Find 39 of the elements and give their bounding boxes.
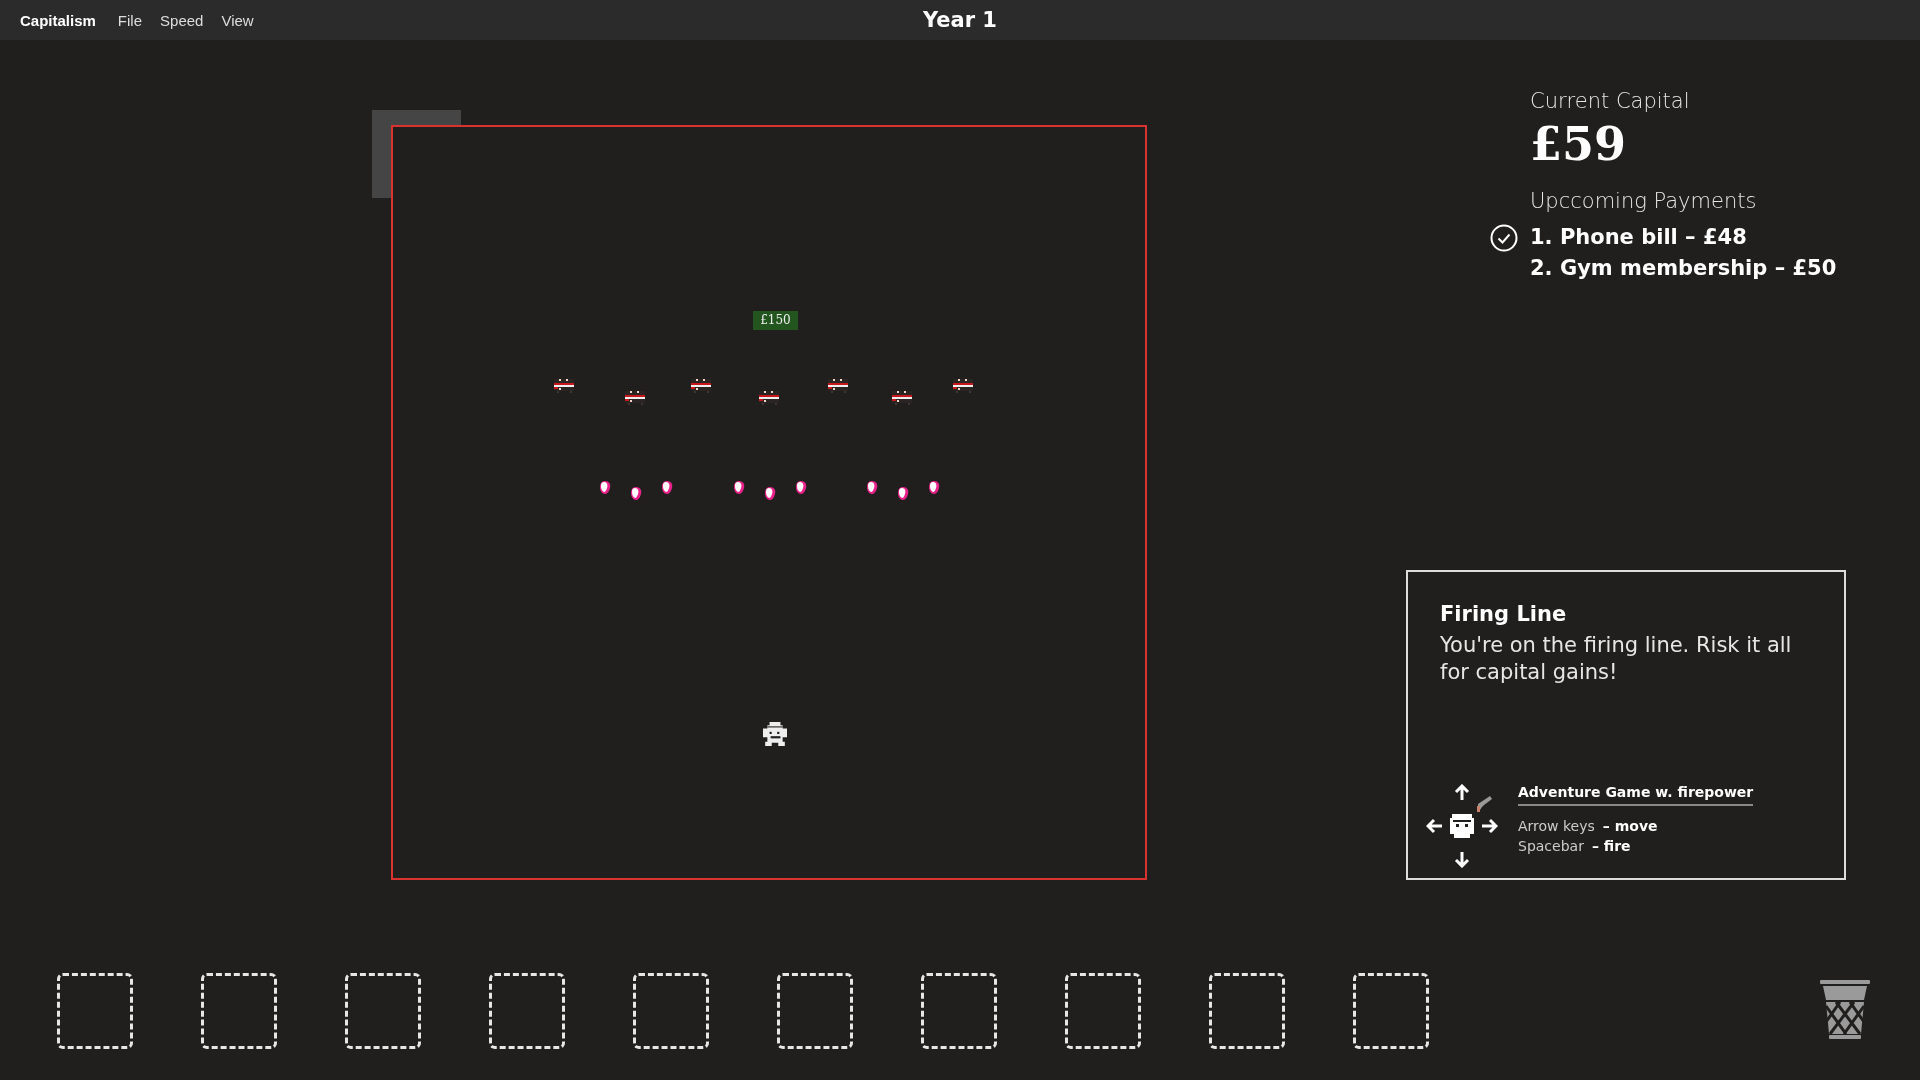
inventory-slot[interactable]: [1209, 973, 1285, 1049]
year-title: Year 1: [923, 8, 997, 32]
bullet-sprite: [599, 480, 611, 495]
menu-item[interactable]: Speed: [160, 11, 204, 29]
bullet-sprite: [764, 486, 776, 501]
app-name[interactable]: Capitalism: [20, 11, 96, 29]
inventory-slot[interactable]: [777, 973, 853, 1049]
menu-item[interactable]: View: [221, 11, 254, 29]
control-action: – move: [1602, 817, 1658, 836]
inventory-slot[interactable]: [633, 973, 709, 1049]
card-title: Firing Line: [1440, 602, 1567, 626]
payment-item: 2. Gym membership – £50: [1530, 255, 1837, 280]
bullet-sprite: [795, 480, 807, 495]
prize-tag: £150: [753, 311, 798, 330]
inventory-slot[interactable]: [201, 973, 277, 1049]
bullet-sprite: [630, 486, 642, 501]
inventory-slot[interactable]: [345, 973, 421, 1049]
menu-item[interactable]: File: [117, 11, 143, 29]
inventory-slot[interactable]: [1065, 973, 1141, 1049]
control-action: – fire: [1591, 837, 1631, 856]
player-sprite: [763, 722, 787, 746]
card-description: You're on the firing line. Risk it all for capital gains!: [1440, 632, 1793, 686]
bullet-sprite: [661, 480, 673, 495]
trash-bin-icon[interactable]: [1820, 980, 1870, 1040]
bullet-sprite: [928, 480, 940, 495]
game-type-label: Adventure Game w. firepower: [1518, 784, 1754, 806]
capital-label: Current Capital: [1530, 89, 1690, 113]
bullet-sprite: [733, 480, 745, 495]
inventory-slot[interactable]: [489, 973, 565, 1049]
inventory-slot[interactable]: [921, 973, 997, 1049]
control-key: Arrow keys: [1518, 816, 1595, 836]
bullet-sprite: [866, 480, 878, 495]
control-key: Spacebar: [1518, 836, 1584, 856]
inventory-slot[interactable]: [1353, 973, 1429, 1049]
payment-item: 1. Phone bill – £48: [1530, 224, 1747, 249]
payments-label: Upccoming Payments: [1530, 189, 1757, 213]
capital-amount: £59: [1530, 117, 1627, 171]
bullet-sprite: [897, 486, 909, 501]
inventory-slot[interactable]: [57, 973, 133, 1049]
